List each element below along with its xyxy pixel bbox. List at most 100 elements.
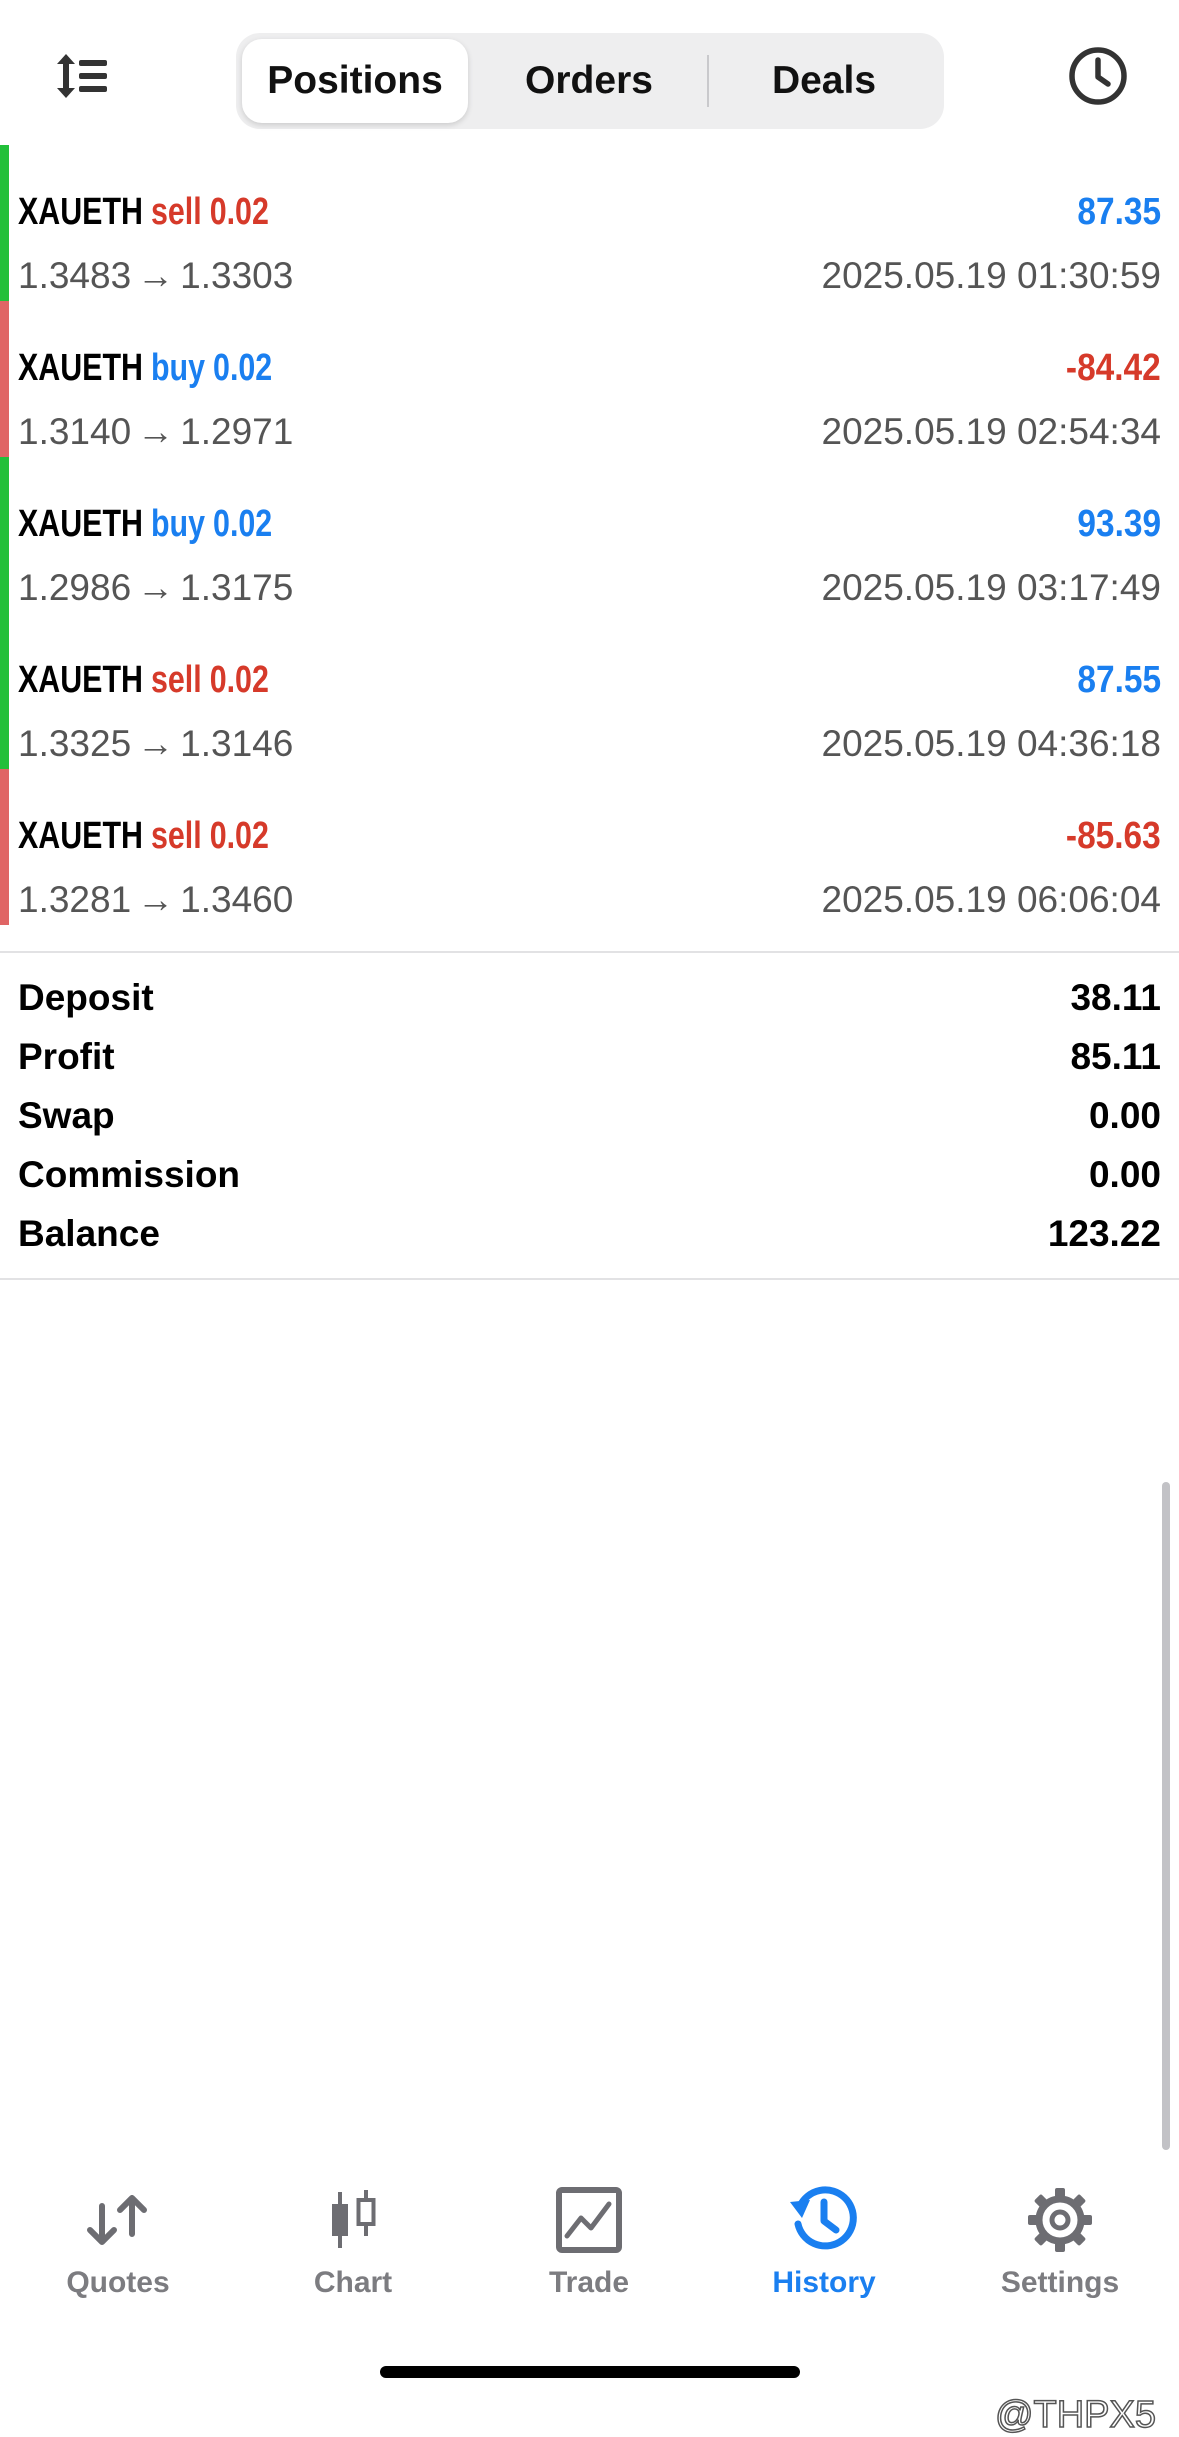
summary-row-commission: Commission 0.00 xyxy=(0,1145,1179,1204)
deal-title: XAUETH sell 0.02 xyxy=(18,659,269,702)
deal-open-price: 1.3281 xyxy=(18,879,132,920)
history-mode-segmented-control: Positions Orders Deals xyxy=(236,33,944,129)
profit-label: Profit xyxy=(18,1036,115,1077)
vertical-scrollbar[interactable] xyxy=(1162,1482,1170,2150)
bottom-tab-bar: Quotes Chart Trade History Settings @THP… xyxy=(0,2170,1179,2437)
arrow-right-icon: → xyxy=(137,567,175,608)
deal-volume: 0.02 xyxy=(213,503,273,545)
commission-label: Commission xyxy=(18,1154,241,1195)
sort-icon xyxy=(57,54,107,98)
deal-side: sell xyxy=(150,815,202,857)
tab-trade[interactable]: Trade xyxy=(489,2170,689,2310)
tab-chart-label: Chart xyxy=(313,2266,393,2299)
tab-positions[interactable]: Positions xyxy=(242,39,468,123)
deal-profit: 87.35 xyxy=(1077,191,1161,233)
arrow-right-icon: → xyxy=(137,723,175,764)
summary-row-profit: Profit 85.11 xyxy=(0,1027,1179,1086)
sort-button[interactable] xyxy=(42,36,122,116)
deal-title: XAUETH sell 0.02 xyxy=(18,191,269,234)
deal-close-price: 1.2971 xyxy=(180,411,294,452)
balance-value: 123.22 xyxy=(1047,1213,1161,1254)
deal-symbol: XAUETH xyxy=(18,815,143,857)
deal-prices: 1.2986 → 1.3175 xyxy=(18,567,293,609)
tab-deals-label: Deals xyxy=(771,59,877,102)
candlestick-chart-icon xyxy=(332,2190,376,2248)
tab-deals[interactable]: Deals xyxy=(710,39,938,123)
deal-time: 2025.05.19 02:54:34 xyxy=(821,411,1162,452)
summary-row-deposit: Deposit 38.11 xyxy=(0,968,1179,1027)
home-indicator[interactable] xyxy=(380,2366,800,2378)
deal-profit: 93.39 xyxy=(1077,503,1161,545)
swap-label: Swap xyxy=(18,1095,115,1136)
deal-close-price: 1.3146 xyxy=(180,723,294,764)
profit-value: 85.11 xyxy=(1070,1036,1161,1077)
deal-open-price: 1.2986 xyxy=(18,567,132,608)
deal-profit: -85.63 xyxy=(1066,815,1161,857)
deal-symbol: XAUETH xyxy=(18,347,143,389)
deal-close-price: 1.3303 xyxy=(180,255,294,296)
balance-label: Balance xyxy=(18,1213,160,1254)
tab-settings[interactable]: Settings xyxy=(960,2170,1160,2310)
deal-result-bar xyxy=(0,145,9,301)
deal-prices: 1.3325 → 1.3146 xyxy=(18,723,293,765)
deal-close-price: 1.3175 xyxy=(180,567,294,608)
gear-icon xyxy=(1028,2188,1092,2252)
deal-symbol: XAUETH xyxy=(18,191,143,233)
history-icon xyxy=(790,2186,857,2250)
deal-title: XAUETH buy 0.02 xyxy=(18,347,272,390)
deal-volume: 0.02 xyxy=(209,815,269,857)
deal-profit: -84.42 xyxy=(1066,347,1161,389)
deal-volume: 0.02 xyxy=(209,659,269,701)
quotes-icon xyxy=(87,2195,147,2245)
deal-time: 2025.05.19 06:06:04 xyxy=(821,879,1162,920)
deal-result-bar xyxy=(0,457,9,613)
deal-open-price: 1.3325 xyxy=(18,723,132,764)
arrow-right-icon: → xyxy=(137,411,175,452)
deal-prices: 1.3483 → 1.3303 xyxy=(18,255,293,297)
commission-value: 0.00 xyxy=(1088,1154,1161,1195)
segment-divider xyxy=(707,55,709,107)
account-summary: Deposit 38.11 Profit 85.11 Swap 0.00 Com… xyxy=(0,951,1179,1280)
tab-quotes-label: Quotes xyxy=(66,2266,170,2299)
top-toolbar: Positions Orders Deals xyxy=(0,0,1179,145)
deal-close-price: 1.3460 xyxy=(180,879,294,920)
swap-value: 0.00 xyxy=(1088,1095,1161,1136)
tab-history-label: History xyxy=(772,2266,876,2299)
summary-row-balance: Balance 123.22 xyxy=(0,1204,1179,1263)
deal-row[interactable]: XAUETH sell 0.02 -85.63 1.3281 → 1.3460 2025… xyxy=(0,769,1179,925)
tab-orders[interactable]: Orders xyxy=(472,39,706,123)
clock-icon xyxy=(1069,47,1127,105)
deal-time: 2025.05.19 04:36:18 xyxy=(821,723,1162,764)
deal-side: buy xyxy=(150,347,206,389)
deal-side: sell xyxy=(150,659,202,701)
tab-orders-label: Orders xyxy=(525,59,653,102)
deal-row[interactable]: XAUETH buy 0.02 93.39 1.2986 → 1.3175 2025.0… xyxy=(0,457,1179,613)
deals-list: XAUETH sell 0.02 87.35 1.3483 → 1.3303 2025.… xyxy=(0,145,1179,925)
deal-row[interactable]: XAUETH sell 0.02 87.55 1.3325 → 1.3146 2025.… xyxy=(0,613,1179,769)
deal-title: XAUETH buy 0.02 xyxy=(18,503,272,546)
deal-volume: 0.02 xyxy=(209,191,269,233)
tab-chart[interactable]: Chart xyxy=(253,2170,453,2310)
deal-side: buy xyxy=(150,503,206,545)
deposit-value: 38.11 xyxy=(1070,977,1161,1018)
tab-history[interactable]: History xyxy=(724,2170,924,2310)
deal-open-price: 1.3483 xyxy=(18,255,132,296)
deal-result-bar xyxy=(0,769,9,925)
deal-prices: 1.3140 → 1.2971 xyxy=(18,411,293,453)
deal-open-price: 1.3140 xyxy=(18,411,132,452)
deal-title: XAUETH sell 0.02 xyxy=(18,815,269,858)
deal-side: sell xyxy=(150,191,202,233)
deal-symbol: XAUETH xyxy=(18,503,143,545)
arrow-right-icon: → xyxy=(137,255,175,296)
trade-icon xyxy=(556,2187,622,2253)
deposit-label: Deposit xyxy=(18,977,154,1018)
deal-volume: 0.02 xyxy=(213,347,273,389)
deal-result-bar xyxy=(0,301,9,457)
deal-row[interactable]: XAUETH sell 0.02 87.35 1.3483 → 1.3303 2025.… xyxy=(0,145,1179,301)
period-button[interactable] xyxy=(1058,36,1138,116)
tab-positions-label: Positions xyxy=(267,59,443,102)
tab-quotes[interactable]: Quotes xyxy=(18,2170,218,2310)
deal-result-bar xyxy=(0,613,9,769)
deal-row[interactable]: XAUETH buy 0.02 -84.42 1.3140 → 1.2971 2025.… xyxy=(0,301,1179,457)
tab-trade-label: Trade xyxy=(548,2266,630,2299)
